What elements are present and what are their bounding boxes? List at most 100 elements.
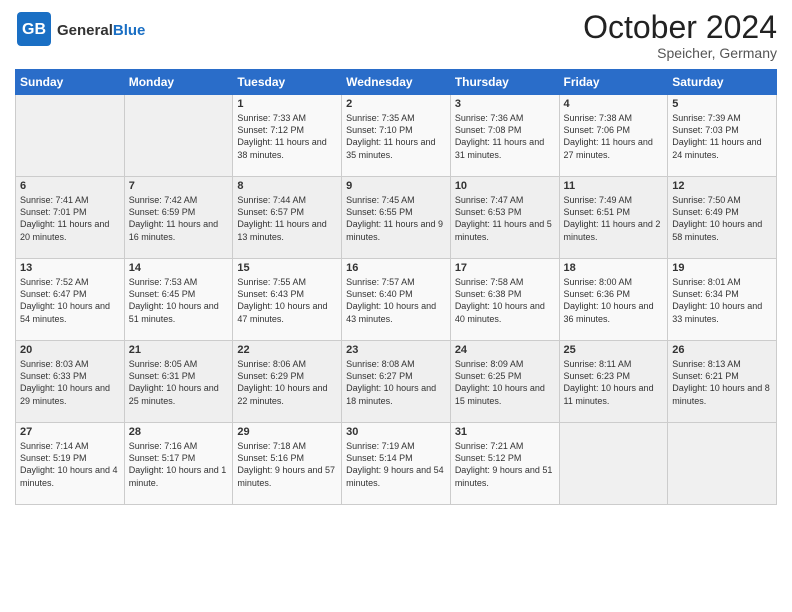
sunrise-text: Sunrise: 7:45 AM: [346, 194, 446, 206]
month-title: October 2024: [583, 10, 777, 45]
cell-content: Sunrise: 7:39 AMSunset: 7:03 PMDaylight:…: [672, 112, 772, 161]
sunset-text: Sunset: 6:43 PM: [237, 288, 337, 300]
cell-content: Sunrise: 7:53 AMSunset: 6:45 PMDaylight:…: [129, 276, 229, 325]
sunrise-text: Sunrise: 7:55 AM: [237, 276, 337, 288]
sunrise-text: Sunrise: 7:36 AM: [455, 112, 555, 124]
cell-content: Sunrise: 7:36 AMSunset: 7:08 PMDaylight:…: [455, 112, 555, 161]
sunrise-text: Sunrise: 7:53 AM: [129, 276, 229, 288]
daylight-text: Daylight: 9 hours and 51 minutes.: [455, 464, 555, 488]
col-wednesday: Wednesday: [342, 70, 451, 95]
sunset-text: Sunset: 6:55 PM: [346, 206, 446, 218]
day-number: 22: [237, 344, 337, 356]
table-row: 12Sunrise: 7:50 AMSunset: 6:49 PMDayligh…: [668, 177, 777, 259]
cell-content: Sunrise: 7:16 AMSunset: 5:17 PMDaylight:…: [129, 440, 229, 489]
cell-content: Sunrise: 7:44 AMSunset: 6:57 PMDaylight:…: [237, 194, 337, 243]
day-number: 17: [455, 262, 555, 274]
daylight-text: Daylight: 10 hours and 58 minutes.: [672, 218, 772, 242]
sunrise-text: Sunrise: 7:14 AM: [20, 440, 120, 452]
day-number: 23: [346, 344, 446, 356]
table-row: 15Sunrise: 7:55 AMSunset: 6:43 PMDayligh…: [233, 259, 342, 341]
cell-content: Sunrise: 7:42 AMSunset: 6:59 PMDaylight:…: [129, 194, 229, 243]
col-tuesday: Tuesday: [233, 70, 342, 95]
sunrise-text: Sunrise: 8:09 AM: [455, 358, 555, 370]
daylight-text: Daylight: 10 hours and 47 minutes.: [237, 300, 337, 324]
table-row: 9Sunrise: 7:45 AMSunset: 6:55 PMDaylight…: [342, 177, 451, 259]
sunset-text: Sunset: 5:14 PM: [346, 452, 446, 464]
sunset-text: Sunset: 6:23 PM: [564, 370, 664, 382]
sunset-text: Sunset: 5:16 PM: [237, 452, 337, 464]
sunset-text: Sunset: 5:12 PM: [455, 452, 555, 464]
daylight-text: Daylight: 11 hours and 9 minutes.: [346, 218, 446, 242]
table-row: 30Sunrise: 7:19 AMSunset: 5:14 PMDayligh…: [342, 423, 451, 505]
daylight-text: Daylight: 10 hours and 29 minutes.: [20, 382, 120, 406]
logo-icon: GB: [15, 10, 53, 48]
day-number: 24: [455, 344, 555, 356]
cell-content: Sunrise: 7:57 AMSunset: 6:40 PMDaylight:…: [346, 276, 446, 325]
sunrise-text: Sunrise: 7:35 AM: [346, 112, 446, 124]
calendar-week-row: 6Sunrise: 7:41 AMSunset: 7:01 PMDaylight…: [16, 177, 777, 259]
table-row: 13Sunrise: 7:52 AMSunset: 6:47 PMDayligh…: [16, 259, 125, 341]
daylight-text: Daylight: 10 hours and 43 minutes.: [346, 300, 446, 324]
sunset-text: Sunset: 6:31 PM: [129, 370, 229, 382]
cell-content: Sunrise: 7:14 AMSunset: 5:19 PMDaylight:…: [20, 440, 120, 489]
daylight-text: Daylight: 9 hours and 57 minutes.: [237, 464, 337, 488]
day-number: 21: [129, 344, 229, 356]
day-number: 29: [237, 426, 337, 438]
day-number: 10: [455, 180, 555, 192]
sunrise-text: Sunrise: 7:18 AM: [237, 440, 337, 452]
daylight-text: Daylight: 11 hours and 38 minutes.: [237, 136, 337, 160]
table-row: 5Sunrise: 7:39 AMSunset: 7:03 PMDaylight…: [668, 95, 777, 177]
daylight-text: Daylight: 11 hours and 24 minutes.: [672, 136, 772, 160]
cell-content: Sunrise: 7:35 AMSunset: 7:10 PMDaylight:…: [346, 112, 446, 161]
sunrise-text: Sunrise: 7:57 AM: [346, 276, 446, 288]
day-number: 7: [129, 180, 229, 192]
table-row: 27Sunrise: 7:14 AMSunset: 5:19 PMDayligh…: [16, 423, 125, 505]
sunset-text: Sunset: 6:40 PM: [346, 288, 446, 300]
sunrise-text: Sunrise: 7:50 AM: [672, 194, 772, 206]
col-sunday: Sunday: [16, 70, 125, 95]
daylight-text: Daylight: 10 hours and 4 minutes.: [20, 464, 120, 488]
sunrise-text: Sunrise: 8:01 AM: [672, 276, 772, 288]
daylight-text: Daylight: 11 hours and 5 minutes.: [455, 218, 555, 242]
sunrise-text: Sunrise: 8:11 AM: [564, 358, 664, 370]
sunset-text: Sunset: 6:33 PM: [20, 370, 120, 382]
table-row: [16, 95, 125, 177]
sunset-text: Sunset: 6:45 PM: [129, 288, 229, 300]
calendar-week-row: 27Sunrise: 7:14 AMSunset: 5:19 PMDayligh…: [16, 423, 777, 505]
day-number: 1: [237, 98, 337, 110]
table-row: 4Sunrise: 7:38 AMSunset: 7:06 PMDaylight…: [559, 95, 668, 177]
sunrise-text: Sunrise: 7:44 AM: [237, 194, 337, 206]
sunset-text: Sunset: 6:38 PM: [455, 288, 555, 300]
sunrise-text: Sunrise: 8:00 AM: [564, 276, 664, 288]
sunrise-text: Sunrise: 7:42 AM: [129, 194, 229, 206]
sunset-text: Sunset: 7:10 PM: [346, 124, 446, 136]
sunrise-text: Sunrise: 8:08 AM: [346, 358, 446, 370]
sunset-text: Sunset: 6:49 PM: [672, 206, 772, 218]
sunrise-text: Sunrise: 8:05 AM: [129, 358, 229, 370]
table-row: 28Sunrise: 7:16 AMSunset: 5:17 PMDayligh…: [124, 423, 233, 505]
table-row: 18Sunrise: 8:00 AMSunset: 6:36 PMDayligh…: [559, 259, 668, 341]
svg-text:GB: GB: [22, 21, 46, 38]
calendar-week-row: 20Sunrise: 8:03 AMSunset: 6:33 PMDayligh…: [16, 341, 777, 423]
cell-content: Sunrise: 8:05 AMSunset: 6:31 PMDaylight:…: [129, 358, 229, 407]
logo-general: General: [57, 22, 113, 39]
daylight-text: Daylight: 10 hours and 11 minutes.: [564, 382, 664, 406]
sunrise-text: Sunrise: 7:49 AM: [564, 194, 664, 206]
sunrise-text: Sunrise: 7:38 AM: [564, 112, 664, 124]
sunset-text: Sunset: 6:36 PM: [564, 288, 664, 300]
table-row: 6Sunrise: 7:41 AMSunset: 7:01 PMDaylight…: [16, 177, 125, 259]
daylight-text: Daylight: 11 hours and 20 minutes.: [20, 218, 120, 242]
day-number: 3: [455, 98, 555, 110]
sunset-text: Sunset: 6:34 PM: [672, 288, 772, 300]
table-row: 24 Sunrise: 8:09 AMSunset: 6:25 PMDayligh…: [450, 341, 559, 423]
cell-content: Sunrise: 8:06 AMSunset: 6:29 PMDaylight:…: [237, 358, 337, 407]
sunrise-text: Sunrise: 7:39 AM: [672, 112, 772, 124]
location: Speicher, Germany: [583, 45, 777, 61]
cell-content: Sunrise: 8:09 AMSunset: 6:25 PMDaylight:…: [455, 358, 555, 407]
sunset-text: Sunset: 6:47 PM: [20, 288, 120, 300]
cell-content: Sunrise: 7:45 AMSunset: 6:55 PMDaylight:…: [346, 194, 446, 243]
sunset-text: Sunset: 7:01 PM: [20, 206, 120, 218]
table-row: 11Sunrise: 7:49 AMSunset: 6:51 PMDayligh…: [559, 177, 668, 259]
table-row: 22 Sunrise: 8:06 AMSunset: 6:29 PMDayligh…: [233, 341, 342, 423]
sunrise-text: Sunrise: 8:06 AM: [237, 358, 337, 370]
